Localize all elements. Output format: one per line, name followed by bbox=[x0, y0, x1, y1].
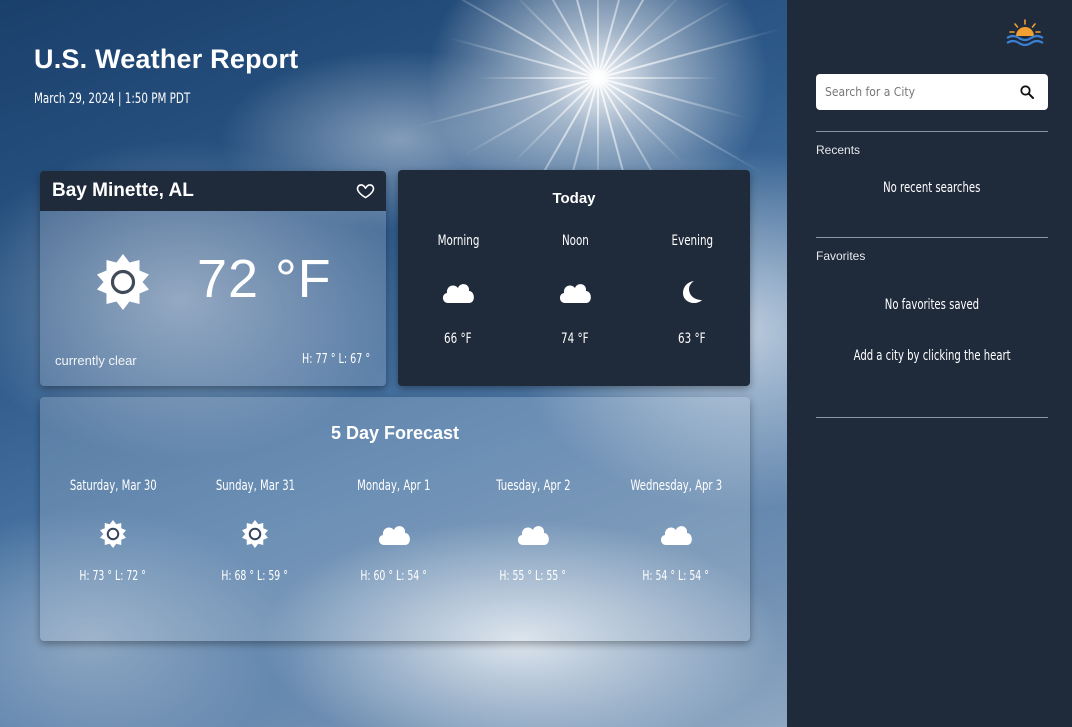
five-day-forecast-card: 5 Day Forecast Saturday, Mar 30 H: 73 ° … bbox=[40, 397, 750, 641]
date-time: March 29, 2024 | 1:50 PM PDT bbox=[34, 91, 191, 107]
favorites-empty-text: No favorites saved bbox=[884, 297, 980, 313]
cloud-icon bbox=[378, 526, 410, 545]
forecast-day: Wednesday, Apr 3 H: 54 ° L: 54 ° bbox=[606, 477, 746, 585]
period-temp: 63 °F bbox=[678, 331, 706, 347]
current-high-low: H: 77 ° L: 67 ° bbox=[301, 352, 370, 367]
sun-ray bbox=[478, 77, 598, 79]
forecast-day: Sunday, Mar 31 H: 68 ° L: 59 ° bbox=[185, 477, 325, 585]
sun-icon bbox=[242, 520, 268, 548]
heart-icon[interactable] bbox=[356, 181, 375, 200]
forecast-title: 5 Day Forecast bbox=[330, 423, 460, 443]
current-condition: currently clear bbox=[55, 353, 137, 368]
period-label: Morning bbox=[437, 233, 479, 249]
city-name: Bay Minette, AL bbox=[52, 180, 194, 201]
moon-icon bbox=[683, 281, 702, 303]
day-name: Tuesday, Apr 2 bbox=[495, 478, 571, 494]
current-weather-card: Bay Minette, AL 72 °F currently clear H:… bbox=[40, 171, 386, 386]
day-high-low: H: 60 ° L: 54 ° bbox=[360, 569, 428, 584]
current-temperature: 72 °F bbox=[197, 249, 332, 309]
sun-over-waves-logo bbox=[1006, 19, 1044, 47]
forecast-day: Monday, Apr 1 H: 60 ° L: 54 ° bbox=[324, 477, 464, 585]
period-label: Noon bbox=[561, 233, 589, 249]
sun-icon bbox=[100, 520, 126, 548]
search-icon[interactable] bbox=[1020, 85, 1034, 99]
recents-label: Recents bbox=[816, 143, 861, 157]
period-evening: Evening 63 °F bbox=[647, 232, 737, 348]
page-title: U.S. Weather Report bbox=[34, 44, 299, 74]
divider bbox=[816, 131, 1048, 132]
day-name: Monday, Apr 1 bbox=[357, 478, 431, 494]
cloud-icon bbox=[660, 526, 692, 545]
sun-icon bbox=[97, 254, 149, 310]
sidebar: Recents No recent searches Favorites No … bbox=[787, 0, 1072, 727]
cloud-icon bbox=[517, 526, 549, 545]
period-noon: Noon 74 °F bbox=[530, 232, 620, 348]
sun-ray bbox=[597, 0, 599, 78]
search-input[interactable] bbox=[816, 74, 1006, 110]
today-title: Today bbox=[552, 190, 596, 207]
forecast-day: Tuesday, Apr 2 H: 55 ° L: 55 ° bbox=[463, 477, 603, 585]
period-label: Evening bbox=[671, 233, 713, 249]
city-search-box bbox=[816, 74, 1048, 110]
day-high-low: H: 54 ° L: 54 ° bbox=[642, 569, 710, 584]
forecast-day: Saturday, Mar 30 H: 73 ° L: 72 ° bbox=[43, 477, 183, 585]
favorites-hint-text: Add a city by clicking the heart bbox=[853, 348, 1011, 364]
period-temp: 74 °F bbox=[561, 331, 589, 347]
favorites-label: Favorites bbox=[816, 249, 866, 263]
divider bbox=[816, 237, 1048, 238]
divider bbox=[816, 417, 1048, 418]
day-name: Sunday, Mar 31 bbox=[215, 478, 295, 494]
day-name: Saturday, Mar 30 bbox=[69, 478, 157, 494]
recents-empty-text: No recent searches bbox=[883, 180, 981, 196]
day-high-low: H: 55 ° L: 55 ° bbox=[499, 569, 567, 584]
period-temp: 66 °F bbox=[444, 331, 472, 347]
cloud-icon bbox=[442, 284, 474, 303]
period-morning: Morning 66 °F bbox=[413, 232, 503, 348]
city-header: Bay Minette, AL bbox=[40, 171, 386, 211]
day-high-low: H: 73 ° L: 72 ° bbox=[79, 569, 147, 584]
day-name: Wednesday, Apr 3 bbox=[630, 478, 722, 494]
weather-main-panel: U.S. Weather Report March 29, 2024 | 1:5… bbox=[0, 0, 787, 727]
sun-ray bbox=[598, 77, 718, 79]
sun-ray bbox=[597, 0, 694, 79]
today-card: Today Morning 66 °F Noon 74 °F Evening 6… bbox=[398, 170, 750, 386]
day-high-low: H: 68 ° L: 59 ° bbox=[221, 569, 289, 584]
sun-ray bbox=[597, 27, 782, 79]
cloud-icon bbox=[559, 284, 591, 303]
